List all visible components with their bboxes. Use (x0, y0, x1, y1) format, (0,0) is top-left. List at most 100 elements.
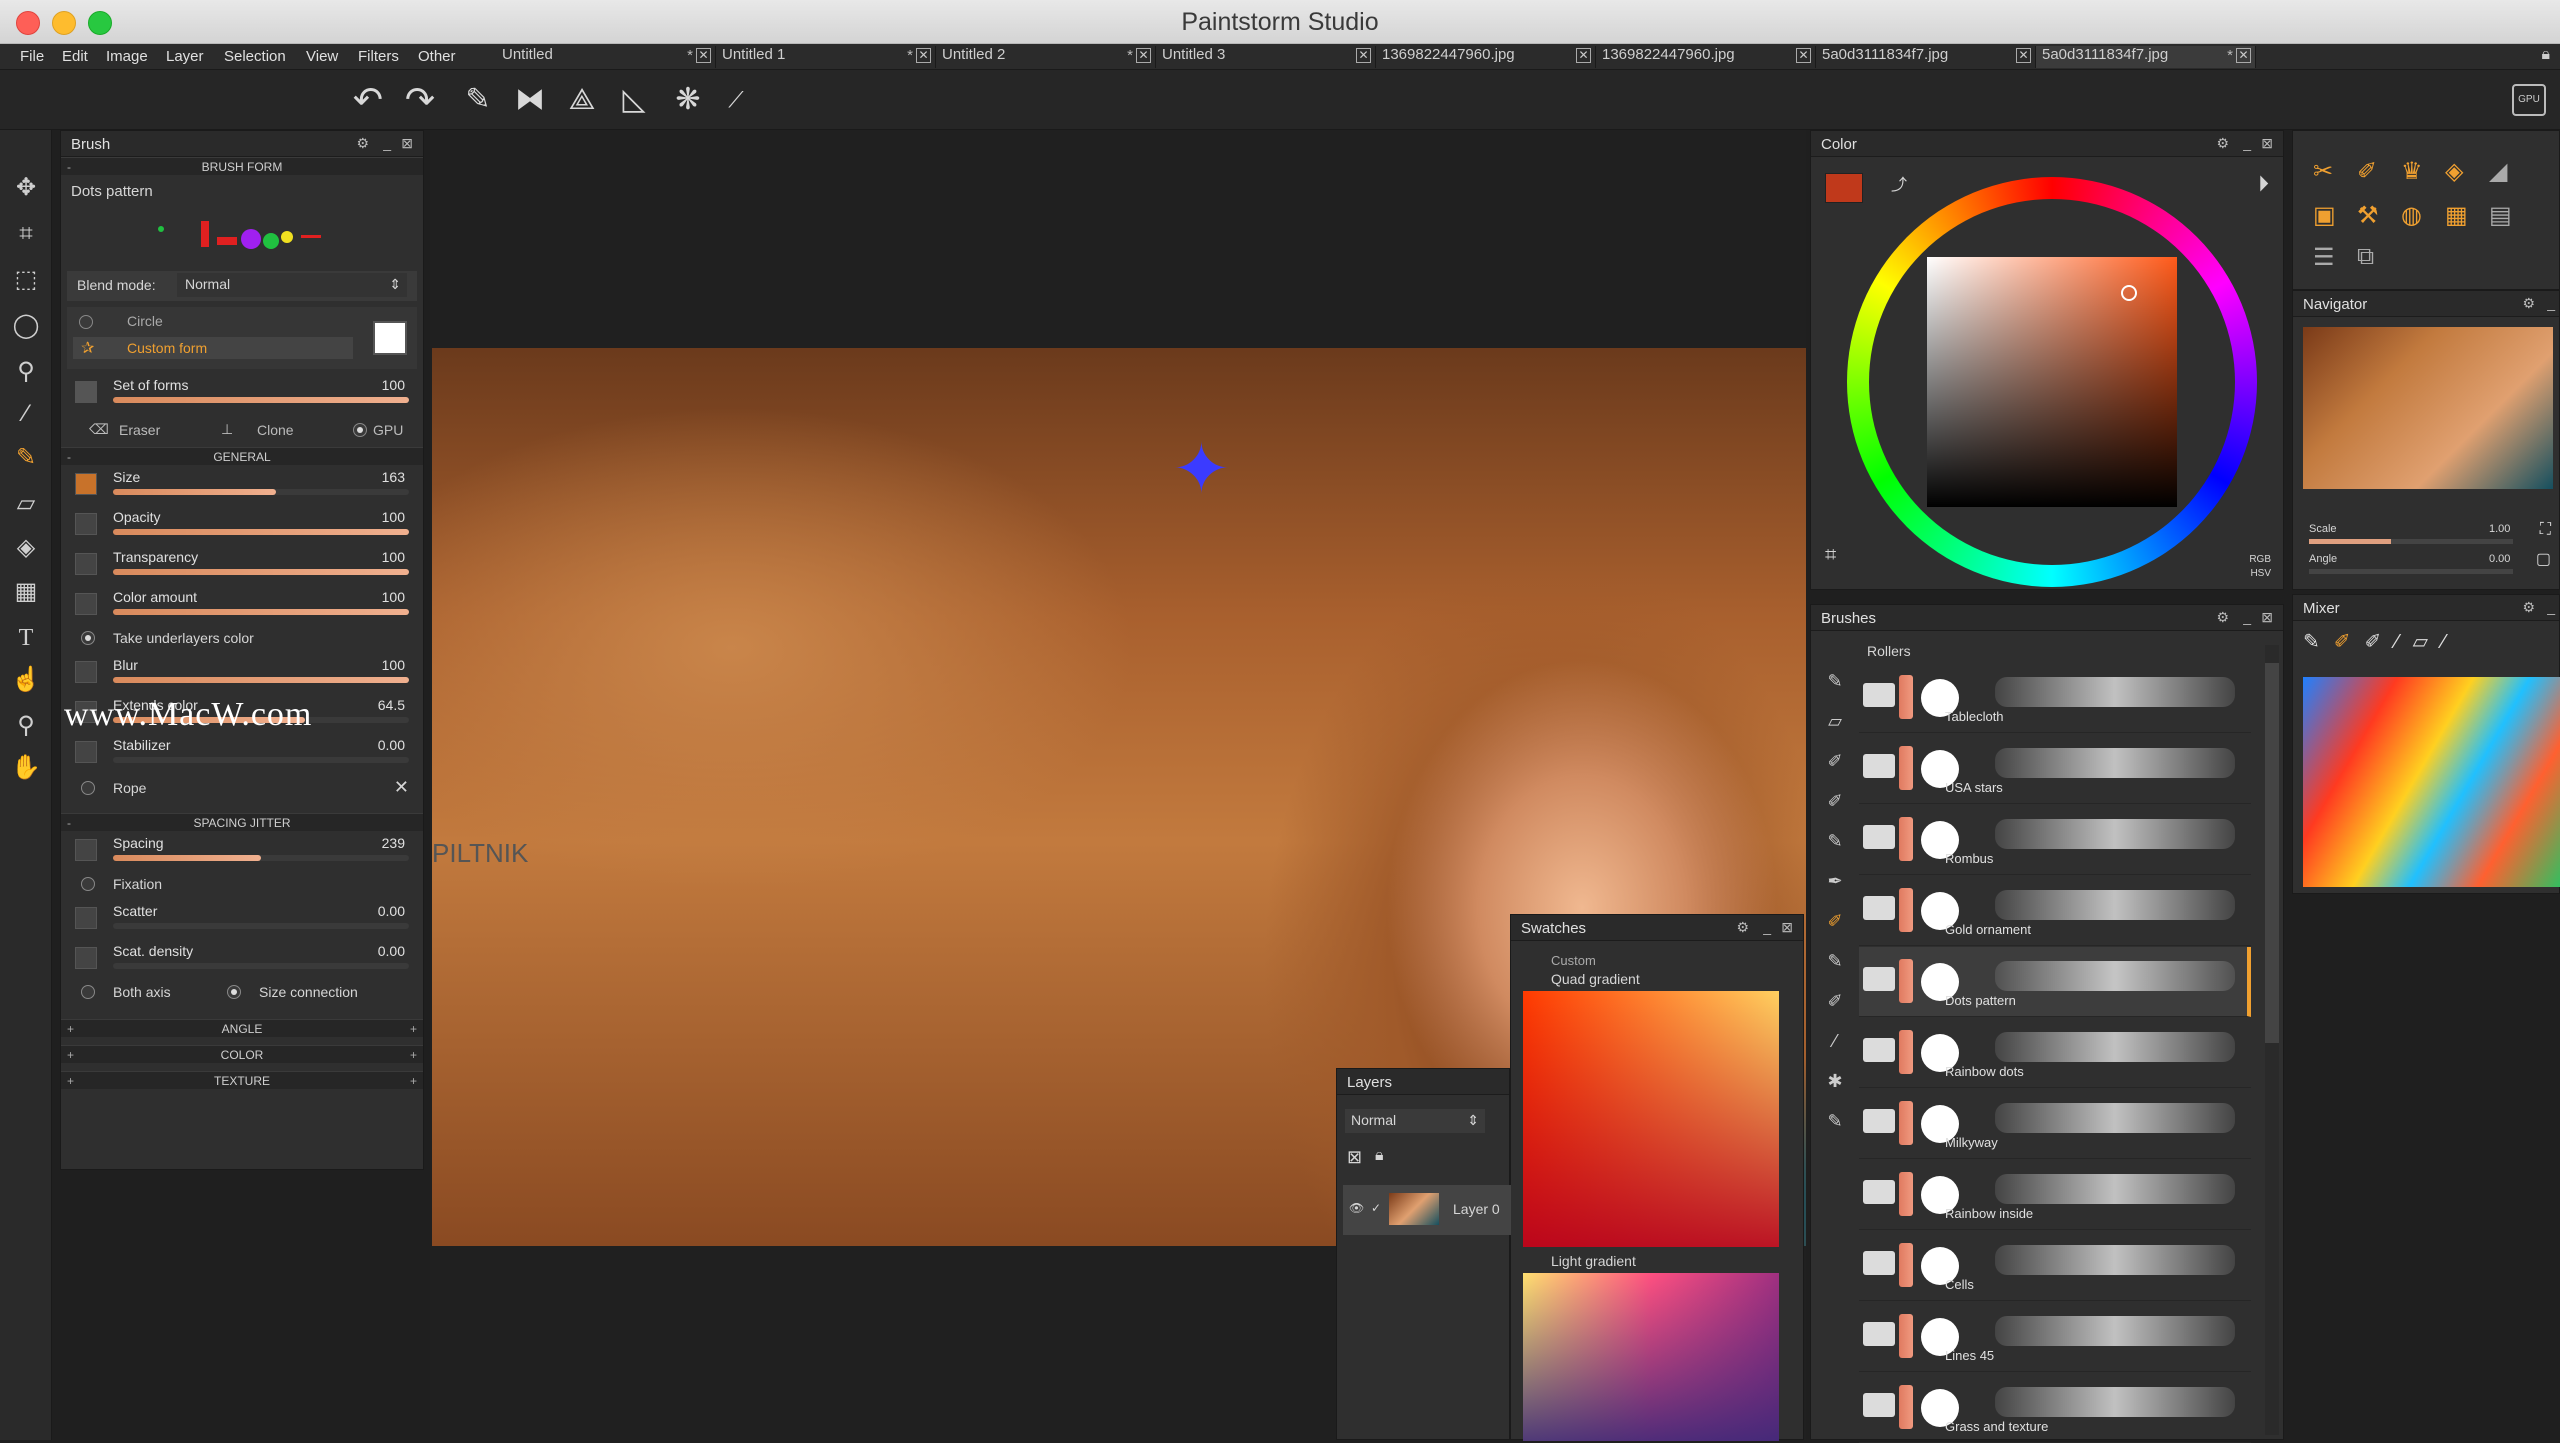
lock-icon[interactable]: 🔒︎ (1375, 1147, 1384, 1165)
slider-scatter[interactable]: Scatter 0.00 (61, 899, 423, 939)
menu-layer[interactable]: Layer (166, 48, 204, 65)
slider-scat-density[interactable]: Scat. density 0.00 (61, 939, 423, 979)
eyedropper-icon[interactable]: ⁄ (8, 396, 44, 432)
slider-size[interactable]: Size 163 (61, 465, 423, 505)
rgb-mode[interactable]: RGB (2249, 554, 2271, 565)
color-amount-toggle[interactable] (75, 593, 97, 615)
move-icon[interactable]: ✥ (8, 170, 44, 206)
slider-color-amount[interactable]: Color amount 100 (61, 585, 423, 625)
symmetry-icon[interactable]: ⧓ (508, 78, 552, 122)
section-angle[interactable]: + ANGLE + (61, 1019, 423, 1037)
slider-stabilizer[interactable]: Stabilizer 0.00 (61, 733, 423, 773)
category-marker-icon[interactable]: ✎ (1821, 831, 1849, 859)
minimize-icon[interactable]: _ (2243, 609, 2251, 625)
category-pen-icon[interactable]: ✎ (1821, 1111, 1849, 1139)
mask-icon[interactable]: ⊠ (1347, 1147, 1362, 1168)
form-preview-swatch[interactable] (373, 321, 407, 355)
brush-list-scrollbar[interactable] (2265, 645, 2279, 1435)
brush-icon[interactable]: ✎ (456, 78, 500, 122)
close-tab-icon[interactable]: ✕ (1576, 48, 1591, 63)
document-tab-active[interactable]: 5a0d3111834f7.jpg * ✕ (2036, 46, 2256, 68)
close-tab-icon[interactable]: ✕ (1356, 48, 1371, 63)
brush-item[interactable]: USA stars (1859, 734, 2251, 804)
menu-image[interactable]: Image (106, 48, 148, 65)
menu-view[interactable]: View (306, 48, 338, 65)
saturation-value-square[interactable] (1927, 257, 2177, 507)
blur-toggle[interactable] (75, 661, 97, 683)
close-icon[interactable]: ⊠ (2261, 609, 2273, 626)
smudge-icon[interactable]: ☝ (8, 662, 44, 698)
scatter-toggle[interactable] (75, 907, 97, 929)
swatch-group-light-gradient[interactable]: Light gradient (1551, 1253, 1636, 1269)
swatch-group-custom[interactable]: Custom (1551, 953, 1596, 968)
opacity-toggle[interactable] (75, 513, 97, 535)
category-pencil-icon[interactable]: ✎ (1821, 671, 1849, 699)
navigator-preview[interactable] (2303, 327, 2553, 489)
swatches-icon[interactable]: ▦ (2445, 201, 2468, 230)
layer-check-icon[interactable]: ✓ (1371, 1201, 1381, 1215)
quad-gradient-swatches[interactable] (1523, 991, 1779, 1247)
crop-icon[interactable]: ⌗ (8, 216, 44, 252)
brushes-icon[interactable]: ♛ (2401, 157, 2423, 186)
visibility-icon[interactable]: 👁︎ (1349, 1201, 1364, 1215)
light-gradient-swatches[interactable] (1523, 1273, 1779, 1441)
category-rollers-icon[interactable]: ✐ (1821, 911, 1849, 939)
mixer-picker-icon[interactable]: ⁄ (2442, 631, 2459, 653)
gradient-icon[interactable]: ▦ (8, 574, 44, 610)
rope-row[interactable]: Rope ✕ (61, 773, 423, 805)
section-spacing-jitter[interactable]: - SPACING JITTER (61, 813, 423, 831)
spacing-toggle[interactable] (75, 839, 97, 861)
slider-set-of-forms[interactable]: Set of forms 100 (61, 373, 423, 413)
mandala-icon[interactable]: ❋ (666, 78, 710, 122)
hand-icon[interactable]: ✋ (8, 750, 44, 786)
minimize-icon[interactable]: _ (383, 135, 391, 151)
mixer-knife-icon[interactable]: ⁄ (2395, 631, 2412, 653)
scale-slider[interactable] (2309, 539, 2513, 544)
slider-transparency[interactable]: Transparency 100 (61, 545, 423, 585)
menu-edit[interactable]: Edit (62, 48, 88, 65)
document-tab[interactable]: Untitled 2 * ✕ (936, 46, 1156, 68)
mixer-brush-icon[interactable]: ✎ (2303, 631, 2334, 653)
swap-colors-icon[interactable]: ⤴ (1891, 171, 1907, 195)
notes-icon[interactable]: ▤ (2489, 201, 2512, 230)
take-underlayers-row[interactable]: Take underlayers color (61, 625, 423, 653)
mixer-eraser-icon[interactable]: ▱ (2413, 631, 2442, 653)
document-tab[interactable]: 5a0d3111834f7.jpg ✕ (1816, 46, 2036, 68)
fixation-radio[interactable] (81, 877, 95, 891)
close-tab-icon[interactable]: ✕ (2236, 48, 2251, 63)
category-spray-icon[interactable]: ✐ (1821, 991, 1849, 1019)
size-toggle[interactable] (75, 473, 97, 495)
color-play-icon[interactable]: ⏵ (2258, 171, 2269, 197)
brush-item[interactable]: Rainbow dots (1859, 1018, 2251, 1088)
both-axis-radio[interactable] (81, 985, 95, 999)
settings-icon[interactable]: ⚙ (356, 135, 369, 152)
layer-blend-select[interactable]: Normal ⇕ (1345, 1109, 1485, 1133)
brush-item[interactable]: Milkyway (1859, 1089, 2251, 1159)
minimize-icon[interactable]: _ (2547, 295, 2555, 311)
rope-settings-icon[interactable]: ✕ (394, 777, 409, 798)
settings-icon[interactable]: ⚙ (2216, 135, 2229, 152)
category-scatter-icon[interactable]: ✱ (1821, 1071, 1849, 1099)
gpu-radio[interactable] (353, 423, 367, 437)
gpu-icon[interactable]: GPU (2512, 84, 2546, 116)
mixer-smudge-icon[interactable]: ✐ (2365, 631, 2396, 653)
minimize-icon[interactable]: _ (1763, 919, 1771, 935)
category-dropper-icon[interactable]: ⁄ (1821, 1031, 1849, 1059)
palette-icon[interactable]: ◍ (2401, 201, 2422, 230)
section-color[interactable]: + COLOR + (61, 1045, 423, 1063)
section-general[interactable]: - GENERAL (61, 447, 423, 465)
brush-item[interactable]: Dots pattern (1859, 947, 2251, 1017)
gradient-icon[interactable]: ◢ (2489, 157, 2507, 186)
swatch-group-quad-gradient[interactable]: Quad gradient (1551, 971, 1640, 987)
close-tab-icon[interactable]: ✕ (696, 48, 711, 63)
document-tab[interactable]: Untitled 1 * ✕ (716, 46, 936, 68)
angle-slider[interactable] (2309, 569, 2513, 574)
tools-icon[interactable]: ✂ (2313, 157, 2333, 186)
category-paint-icon[interactable]: ✎ (1821, 951, 1849, 979)
radio-circle[interactable] (79, 315, 93, 329)
document-tab[interactable]: Untitled 3 ✕ (1156, 46, 1376, 68)
size-connection-radio[interactable] (227, 985, 241, 999)
slider-opacity[interactable]: Opacity 100 (61, 505, 423, 545)
blend-mode-select[interactable]: Normal ⇕ (177, 273, 407, 297)
undo-icon[interactable]: ↶ (346, 78, 390, 122)
